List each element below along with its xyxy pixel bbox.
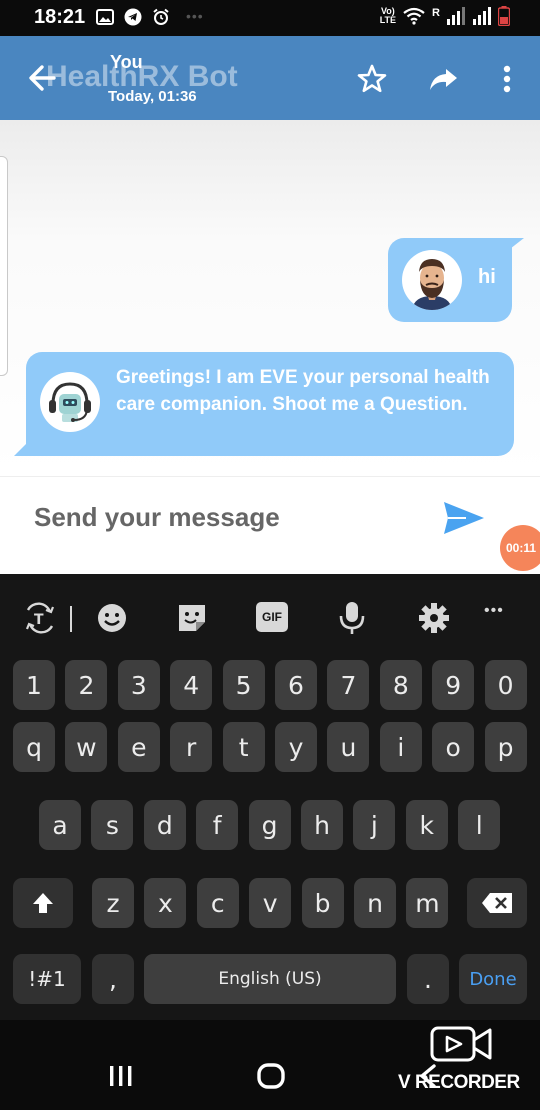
bot-avatar bbox=[40, 372, 100, 432]
key-a[interactable]: a bbox=[39, 800, 81, 850]
sticker-icon[interactable] bbox=[174, 600, 210, 636]
signal-icon-2 bbox=[473, 7, 491, 25]
lte-label: LTE bbox=[379, 15, 397, 25]
wifi-icon bbox=[403, 7, 425, 25]
key-f[interactable]: f bbox=[196, 800, 239, 850]
key-w[interactable]: w bbox=[65, 722, 108, 772]
image-icon bbox=[96, 9, 114, 25]
microphone-icon[interactable] bbox=[336, 600, 368, 636]
recent-apps-icon[interactable] bbox=[108, 1064, 134, 1088]
svg-text:T: T bbox=[34, 612, 44, 628]
key-t[interactable]: t bbox=[222, 722, 265, 772]
send-icon[interactable] bbox=[442, 499, 486, 537]
toolbar-divider bbox=[70, 606, 72, 632]
sender-name: You bbox=[110, 52, 143, 72]
star-icon[interactable] bbox=[355, 62, 389, 96]
key-v[interactable]: v bbox=[249, 878, 292, 928]
key-1[interactable]: 1 bbox=[13, 660, 55, 710]
chat-area: hi Greetings! I am EVE your personal hea… bbox=[0, 120, 540, 476]
roaming-indicator: R bbox=[432, 6, 440, 19]
key-n[interactable]: n bbox=[354, 878, 396, 928]
shift-icon bbox=[33, 893, 53, 913]
video-recorder-icon bbox=[430, 1026, 492, 1062]
status-time: 18:21 bbox=[34, 6, 86, 28]
space-key[interactable]: English (US) bbox=[144, 954, 396, 1004]
soft-keyboard: T GIF ••• 1234567890 qwertyuiop asdfghjkl z… bbox=[0, 574, 540, 1020]
status-overflow-dots: ••• bbox=[186, 8, 204, 24]
key-i[interactable]: i bbox=[379, 722, 422, 772]
key-6[interactable]: 6 bbox=[275, 660, 317, 710]
key-o[interactable]: o bbox=[432, 722, 475, 772]
message-input[interactable] bbox=[34, 497, 414, 537]
key-2[interactable]: 2 bbox=[65, 660, 108, 710]
user-avatar bbox=[402, 250, 462, 310]
key-4[interactable]: 4 bbox=[170, 660, 213, 710]
message-timestamp: Today, 01:36 bbox=[108, 88, 197, 105]
key-b[interactable]: b bbox=[301, 878, 344, 928]
key-8[interactable]: 8 bbox=[379, 660, 422, 710]
done-key[interactable]: Done bbox=[459, 954, 527, 1004]
key-q[interactable]: q bbox=[13, 722, 55, 772]
key-y[interactable]: y bbox=[275, 722, 317, 772]
key-d[interactable]: d bbox=[143, 800, 186, 850]
battery-icon bbox=[498, 6, 510, 26]
keyboard-toolbar: T GIF ••• bbox=[0, 596, 540, 640]
system-nav-bar: V RECORDER bbox=[0, 1020, 540, 1110]
key-u[interactable]: u bbox=[327, 722, 370, 772]
app-bar: HealthRX Bot You Today, 01:36 bbox=[0, 36, 540, 120]
screen: 18:21 ••• Vo) LTE R HealthRX Bot You Tod… bbox=[0, 0, 540, 1110]
gif-button[interactable]: GIF bbox=[256, 602, 288, 632]
status-left-icons bbox=[96, 8, 170, 26]
message-composer: 00:11 bbox=[0, 476, 540, 574]
shift-key[interactable] bbox=[13, 878, 73, 928]
key-c[interactable]: c bbox=[196, 878, 239, 928]
bot-message-text: Greetings! I am EVE your personal health… bbox=[116, 367, 490, 415]
alarm-icon bbox=[153, 8, 169, 25]
key-3[interactable]: 3 bbox=[117, 660, 160, 710]
text-mode-toggle-icon[interactable]: T bbox=[20, 600, 60, 636]
key-m[interactable]: m bbox=[406, 878, 449, 928]
key-7[interactable]: 7 bbox=[327, 660, 370, 710]
backspace-key[interactable] bbox=[467, 878, 527, 928]
toolbar-more-button[interactable]: ••• bbox=[484, 602, 504, 638]
key-p[interactable]: p bbox=[484, 722, 527, 772]
status-bar: 18:21 ••• Vo) LTE R bbox=[0, 0, 540, 36]
emoji-icon[interactable] bbox=[94, 600, 130, 636]
key-z[interactable]: z bbox=[92, 878, 134, 928]
symbols-key[interactable]: !#1 bbox=[13, 954, 81, 1004]
status-right-icons: Vo) LTE R bbox=[380, 6, 510, 26]
key-k[interactable]: k bbox=[405, 800, 448, 850]
settings-gear-icon[interactable] bbox=[416, 600, 452, 636]
comma-key[interactable]: , bbox=[92, 954, 134, 1004]
key-h[interactable]: h bbox=[301, 800, 343, 850]
key-j[interactable]: j bbox=[353, 800, 396, 850]
user-message-bubble[interactable]: hi bbox=[388, 238, 512, 322]
backspace-icon bbox=[482, 893, 512, 913]
recorder-watermark: V RECORDER bbox=[398, 1072, 520, 1093]
more-icon[interactable] bbox=[490, 62, 524, 96]
share-icon[interactable] bbox=[426, 62, 460, 96]
key-r[interactable]: r bbox=[170, 722, 213, 772]
user-message-text: hi bbox=[478, 266, 496, 288]
key-s[interactable]: s bbox=[91, 800, 134, 850]
key-5[interactable]: 5 bbox=[222, 660, 265, 710]
key-l[interactable]: l bbox=[458, 800, 501, 850]
signal-icon bbox=[447, 7, 465, 25]
period-key[interactable]: . bbox=[407, 954, 449, 1004]
recording-timer-badge[interactable]: 00:11 bbox=[500, 525, 540, 571]
key-x[interactable]: x bbox=[144, 878, 187, 928]
user-avatar-icon bbox=[412, 259, 452, 310]
bot-message-bubble[interactable]: Greetings! I am EVE your personal health… bbox=[26, 352, 514, 456]
key-0[interactable]: 0 bbox=[484, 660, 527, 710]
telegram-icon bbox=[124, 8, 142, 26]
key-e[interactable]: e bbox=[117, 722, 160, 772]
home-icon[interactable] bbox=[256, 1062, 286, 1090]
volte-indicator: Vo) LTE bbox=[380, 7, 396, 25]
key-9[interactable]: 9 bbox=[432, 660, 475, 710]
robot-headset-icon bbox=[49, 382, 91, 422]
key-g[interactable]: g bbox=[248, 800, 291, 850]
side-panel-edge bbox=[0, 156, 8, 376]
